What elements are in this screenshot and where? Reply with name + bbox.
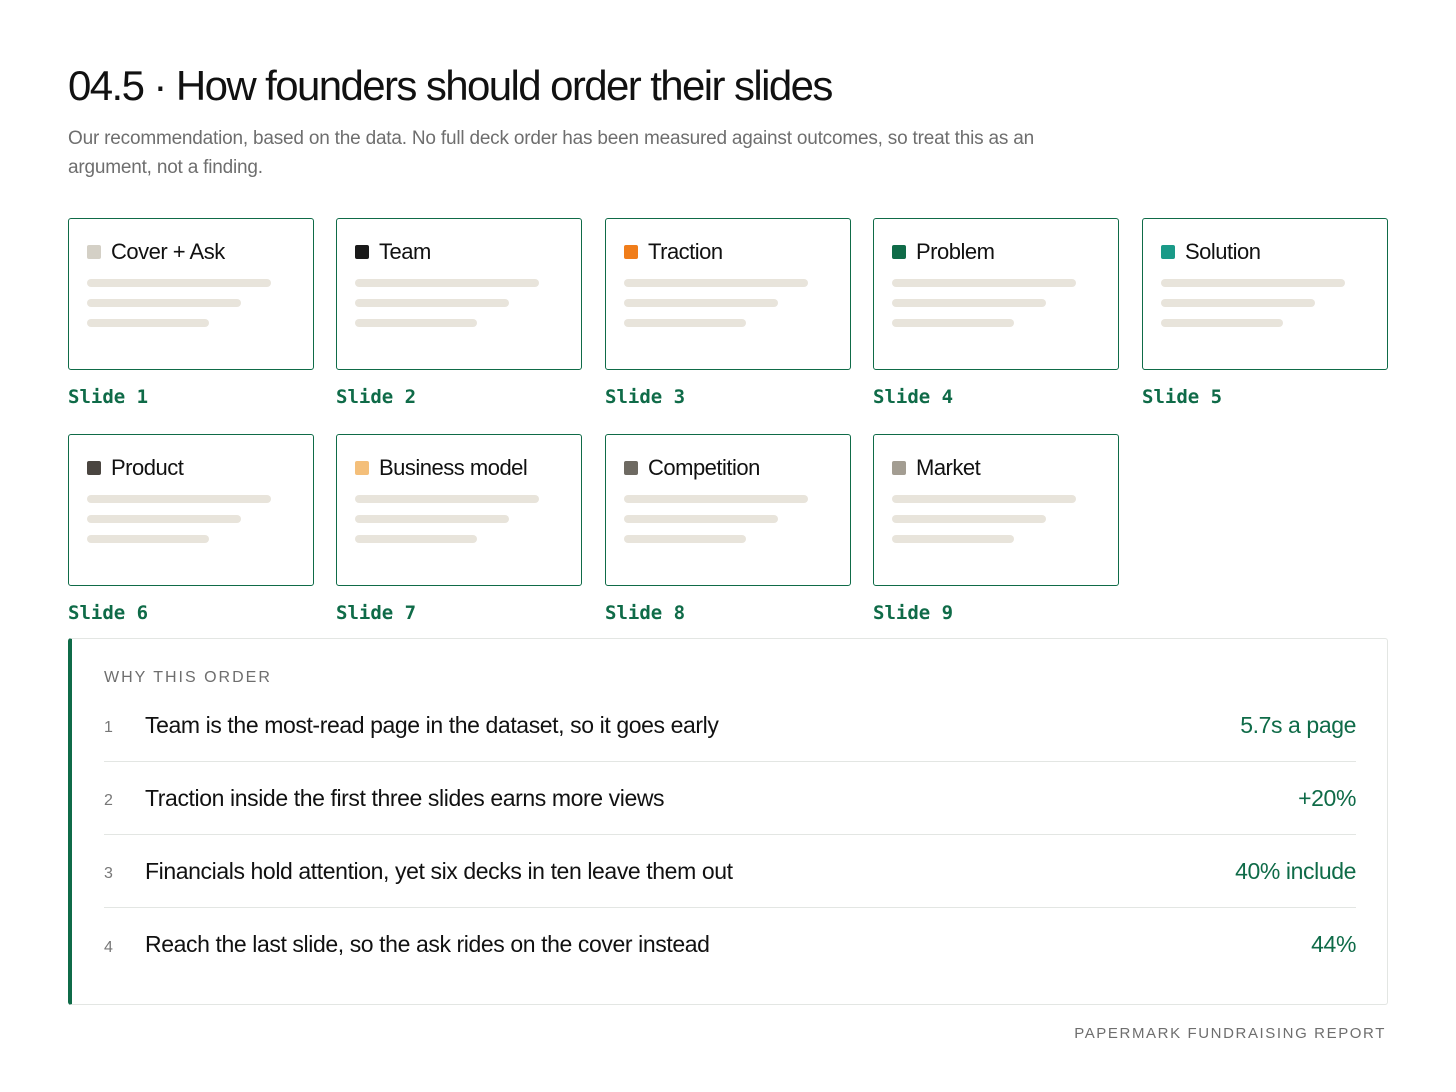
item-number: 4	[104, 938, 113, 956]
slide-number-label: Slide 8	[605, 602, 686, 624]
slide-number-label: Slide 5	[1142, 386, 1223, 408]
item-stat: 40% include	[1235, 857, 1356, 884]
slide-number-label: Slide 7	[336, 602, 417, 624]
placeholder-lines	[892, 495, 1100, 543]
item-stat: 44%	[1311, 931, 1356, 957]
placeholder-lines	[355, 279, 563, 327]
item-number: 1	[104, 719, 113, 736]
report-footer: PAPERMARK FUNDRAISING REPORT	[1074, 1025, 1386, 1042]
slide-color-swatch	[355, 245, 369, 259]
placeholder-lines	[624, 495, 832, 543]
slide-card: Traction	[605, 218, 851, 370]
slide-color-swatch	[1161, 245, 1175, 259]
placeholder-lines	[624, 279, 832, 327]
item-text: Traction inside the first three slides e…	[145, 784, 665, 811]
slide-order-grid: Cover + Ask Slide 1 Team Slide 2 Tractio…	[68, 218, 1388, 638]
slide-item: Problem Slide 4	[873, 218, 1119, 408]
slide-number-label: Slide 2	[336, 386, 417, 408]
list-item: 3 Financials hold attention, yet six dec…	[104, 835, 1356, 908]
slide-card: Team	[336, 218, 582, 370]
slide-card: Competition	[605, 434, 851, 586]
placeholder-lines	[1161, 279, 1369, 327]
slide-card: Cover + Ask	[68, 218, 314, 370]
slide-item: Competition Slide 8	[605, 434, 851, 624]
slide-item: Traction Slide 3	[605, 218, 851, 408]
slide-color-swatch	[892, 461, 906, 475]
slide-card: Solution	[1142, 218, 1388, 370]
list-item: 4 Reach the last slide, so the ask rides…	[104, 908, 1356, 981]
slide-card-title: Business model	[379, 455, 528, 480]
slide-number-label: Slide 9	[873, 602, 954, 624]
slide-color-swatch	[624, 461, 638, 475]
placeholder-lines	[87, 495, 295, 543]
why-heading: WHY THIS ORDER	[104, 669, 272, 686]
placeholder-lines	[355, 495, 563, 543]
slide-card-title: Product	[111, 455, 184, 480]
item-number: 2	[104, 792, 113, 809]
item-text: Reach the last slide, so the ask rides o…	[145, 931, 710, 957]
list-item: 2 Traction inside the first three slides…	[104, 762, 1356, 835]
slide-number-label: Slide 1	[68, 386, 149, 408]
item-stat: +20%	[1298, 784, 1356, 811]
slide-number-label: Slide 4	[873, 386, 954, 408]
slide-number-label: Slide 6	[68, 602, 149, 624]
slide-item: Team Slide 2	[336, 218, 582, 408]
why-list: 1 Team is the most-read page in the data…	[104, 689, 1356, 981]
slide-card: Market	[873, 434, 1119, 586]
slide-card: Business model	[336, 434, 582, 586]
slide-number-label: Slide 3	[605, 386, 686, 408]
slide-card-title: Market	[916, 455, 981, 480]
page-title: 04.5 · How founders should order their s…	[68, 62, 833, 109]
slide-item: Market Slide 9	[873, 434, 1119, 624]
list-item: 1 Team is the most-read page in the data…	[104, 689, 1356, 762]
slide-item: Product Slide 6	[68, 434, 314, 624]
slide-item: Solution Slide 5	[1142, 218, 1388, 408]
why-this-order-panel: WHY THIS ORDER 1 Team is the most-read p…	[68, 638, 1388, 1005]
slide-card: Product	[68, 434, 314, 586]
slide-color-swatch	[892, 245, 906, 259]
item-text: Team is the most-read page in the datase…	[145, 711, 719, 738]
slide-card-title: Cover + Ask	[111, 239, 225, 264]
slide-card-title: Problem	[916, 239, 995, 264]
slide-color-swatch	[355, 461, 369, 475]
slide-item: Business model Slide 7	[336, 434, 582, 624]
slide-color-swatch	[87, 461, 101, 475]
page-subtitle: Our recommendation, based on the data. N…	[68, 128, 1034, 178]
slide-item: Cover + Ask Slide 1	[68, 218, 314, 408]
slide-card-title: Traction	[648, 239, 723, 264]
slide-card-title: Solution	[1185, 239, 1261, 264]
slide-card: Problem	[873, 218, 1119, 370]
slide-card-title: Competition	[648, 455, 760, 480]
item-number: 3	[104, 865, 113, 882]
item-text: Financials hold attention, yet six decks…	[145, 857, 733, 884]
slide-card-title: Team	[379, 239, 431, 264]
placeholder-lines	[87, 279, 295, 327]
placeholder-lines	[892, 279, 1100, 327]
slide-color-swatch	[624, 245, 638, 259]
slide-color-swatch	[87, 245, 101, 259]
item-stat: 5.7s a page	[1240, 711, 1356, 738]
